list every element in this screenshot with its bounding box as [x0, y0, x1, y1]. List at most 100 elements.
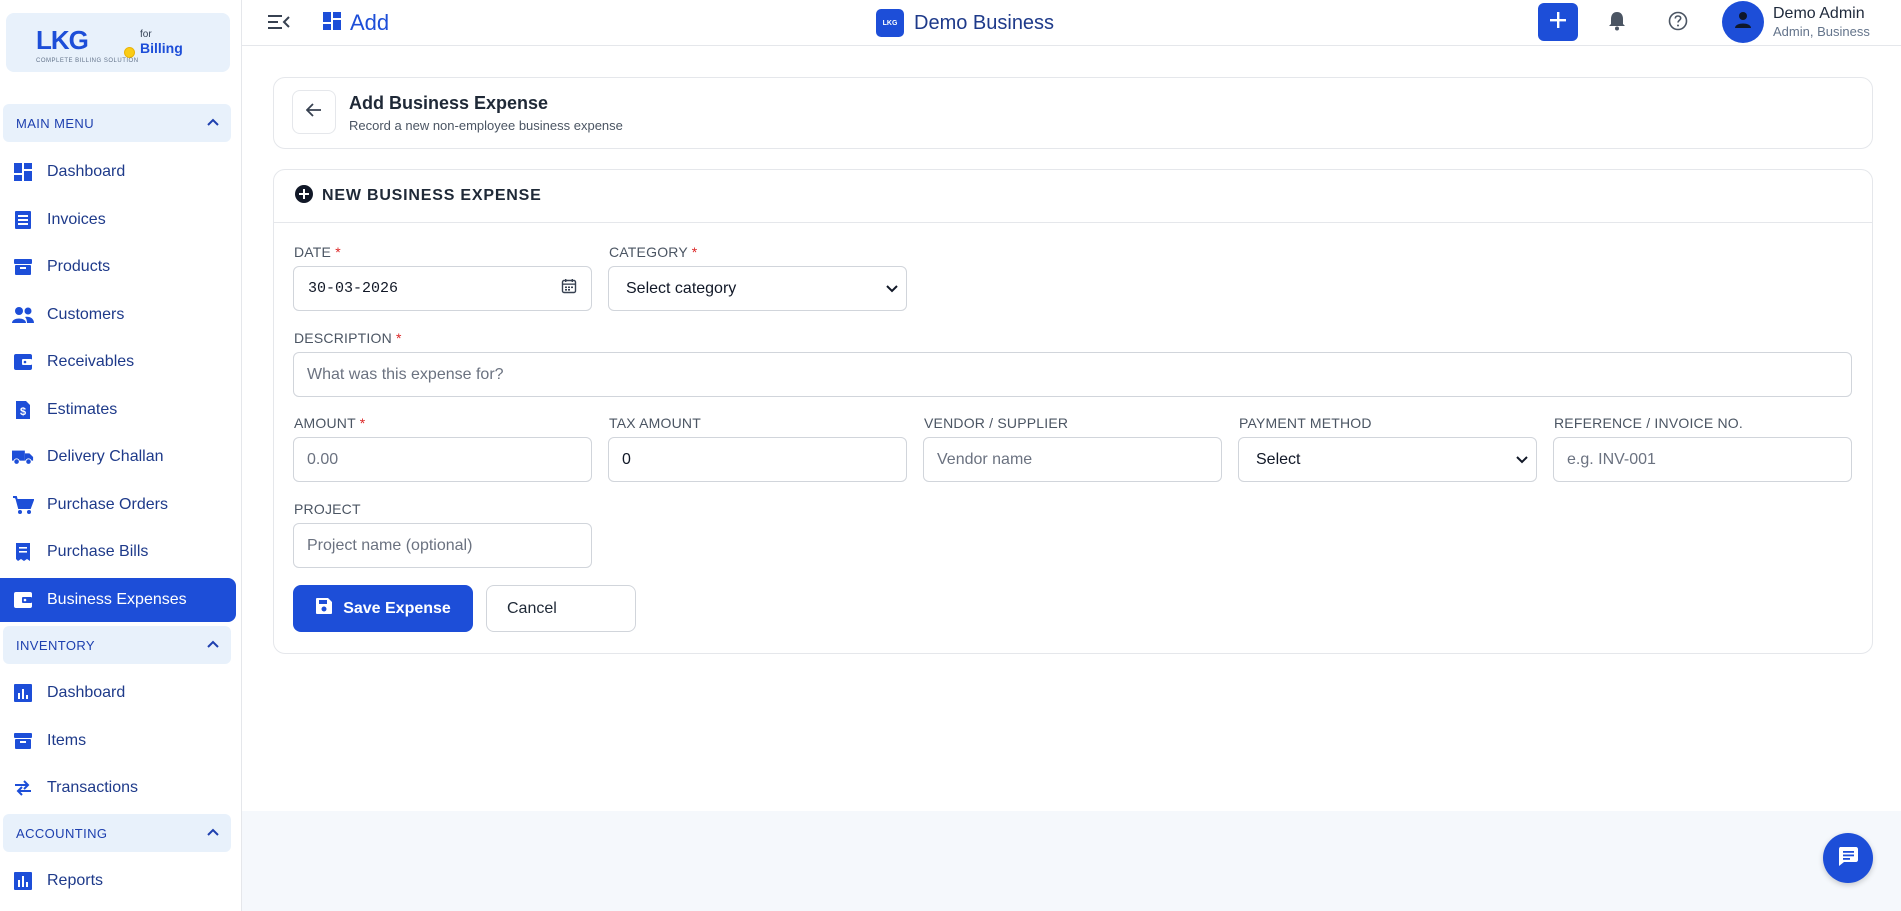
- description-label: DESCRIPTION *: [294, 330, 402, 346]
- arrow-left-icon: [305, 102, 322, 122]
- plus-icon: [1549, 11, 1567, 34]
- sidebar-item-label: Purchase Bills: [47, 543, 149, 560]
- sidebar-item-label: Products: [47, 258, 111, 275]
- page-title: Add Business Expense: [349, 93, 549, 113]
- cancel-label: Cancel: [507, 599, 557, 617]
- bar-chart-icon: [12, 870, 34, 892]
- logo-text: LKG: [36, 25, 89, 55]
- required-marker: *: [395, 330, 402, 346]
- brand-logo[interactable]: LKG for Billing COMPLETE BILLING SOLUTIO…: [6, 13, 230, 72]
- sidebar-item-purchase-orders[interactable]: Purchase Orders: [0, 483, 236, 527]
- sidebar-item-purchase-bills[interactable]: Purchase Bills: [0, 530, 236, 574]
- business-switcher[interactable]: LKG Demo Business: [876, 9, 1054, 37]
- sidebar-item-customers[interactable]: Customers: [0, 293, 236, 337]
- section-inventory[interactable]: INVENTORY: [3, 626, 231, 664]
- section-label: ACCOUNTING: [16, 825, 108, 841]
- people-icon: [12, 304, 34, 326]
- collapse-menu-icon[interactable]: [268, 13, 290, 36]
- section-main-menu[interactable]: MAIN MENU: [3, 104, 231, 142]
- vendor-input[interactable]: [923, 437, 1222, 482]
- sidebar-item-receivables[interactable]: Receivables: [0, 340, 236, 384]
- sidebar-item-reports[interactable]: Reports: [0, 859, 236, 903]
- sidebar-item-dashboard[interactable]: Dashboard: [0, 150, 236, 194]
- user-icon: [1734, 11, 1752, 34]
- business-name: Demo Business: [914, 11, 1055, 34]
- sidebar-item-label: Transactions: [47, 779, 138, 796]
- sidebar-item-label: Receivables: [47, 353, 135, 370]
- payment-method-value: Select: [1256, 450, 1301, 468]
- sidebar-item-label: Dashboard: [47, 684, 126, 701]
- dashboard-icon: [12, 161, 34, 183]
- payment-method-label: PAYMENT METHOD: [1239, 415, 1372, 431]
- top-bar: Add LKG Demo Business Demo Admin Admin, …: [242, 0, 1901, 46]
- section-label: INVENTORY: [16, 637, 95, 653]
- tax-amount-label: TAX AMOUNT: [609, 415, 701, 431]
- category-value: Select category: [626, 279, 737, 297]
- sidebar-item-business-expenses[interactable]: Business Expenses: [0, 578, 236, 622]
- save-label: Save Expense: [343, 599, 451, 617]
- reference-label: REFERENCE / INVOICE NO.: [1554, 415, 1743, 431]
- chat-button[interactable]: [1823, 833, 1873, 883]
- add-label: Add: [350, 10, 390, 35]
- back-button[interactable]: [292, 90, 336, 134]
- date-label: DATE *: [294, 244, 341, 260]
- payment-method-select[interactable]: Select: [1238, 437, 1537, 482]
- main-footer-area: [242, 811, 1901, 911]
- required-marker: *: [691, 244, 698, 260]
- quick-create-button[interactable]: [1538, 3, 1578, 41]
- user-role: Admin, Business: [1773, 24, 1870, 39]
- form-section-header: NEW BUSINESS EXPENSE: [274, 170, 1872, 223]
- sidebar-item-items[interactable]: Items: [0, 719, 236, 763]
- chart-icon: [12, 682, 34, 704]
- add-menu-button[interactable]: Add: [322, 10, 389, 36]
- section-accounting[interactable]: ACCOUNTING: [3, 814, 231, 852]
- truck-icon: [12, 446, 34, 468]
- sidebar-item-label: Delivery Challan: [47, 448, 164, 465]
- help-icon[interactable]: [1668, 11, 1688, 36]
- swap-arrows-icon: [12, 777, 34, 799]
- sidebar-item-label: Customers: [47, 306, 125, 323]
- cancel-button[interactable]: Cancel: [486, 585, 636, 632]
- vendor-label: VENDOR / SUPPLIER: [924, 415, 1069, 431]
- logo-coin-icon: [124, 47, 135, 58]
- category-label: CATEGORY *: [609, 244, 697, 260]
- tax-amount-input[interactable]: [608, 437, 907, 482]
- sidebar-item-invoices[interactable]: Invoices: [0, 198, 236, 242]
- logo-for: for: [140, 29, 152, 40]
- date-label-text: DATE: [294, 244, 332, 260]
- sidebar-item-transactions[interactable]: Transactions: [0, 766, 236, 810]
- category-select[interactable]: Select category: [608, 266, 907, 311]
- sidebar-item-products[interactable]: Products: [0, 245, 236, 289]
- sidebar-item-delivery-challan[interactable]: Delivery Challan: [0, 435, 236, 479]
- description-input[interactable]: [293, 352, 1852, 397]
- required-marker: *: [335, 244, 341, 260]
- reference-input[interactable]: [1553, 437, 1852, 482]
- section-label: MAIN MENU: [16, 115, 94, 131]
- category-label-text: CATEGORY: [609, 244, 688, 260]
- invoice-icon: [12, 209, 34, 231]
- chevron-down-icon: [1516, 451, 1528, 469]
- user-info[interactable]: Demo Admin Admin, Business: [1773, 5, 1870, 39]
- expense-form-card: NEW BUSINESS EXPENSE: [273, 169, 1873, 654]
- calendar-icon[interactable]: [561, 278, 577, 299]
- amount-input[interactable]: [293, 437, 592, 482]
- floppy-disk-icon: [315, 597, 333, 620]
- chevron-up-icon: [207, 640, 219, 650]
- grid-icon: [322, 11, 342, 36]
- logo-tagline: COMPLETE BILLING SOLUTION: [36, 58, 139, 64]
- sidebar-item-label: Business Expenses: [47, 591, 187, 608]
- chevron-up-icon: [207, 828, 219, 838]
- date-field[interactable]: 30-03-2026: [293, 266, 592, 311]
- avatar[interactable]: [1722, 1, 1764, 43]
- sidebar-item-estimates[interactable]: $ Estimates: [0, 388, 236, 432]
- sidebar-item-label: Dashboard: [47, 163, 126, 180]
- save-expense-button[interactable]: Save Expense: [293, 585, 473, 632]
- date-value: 30-03-2026: [308, 280, 399, 297]
- sidebar: LKG for Billing COMPLETE BILLING SOLUTIO…: [0, 0, 242, 911]
- sidebar-item-label: Purchase Orders: [47, 496, 168, 513]
- sidebar-item-label: Items: [47, 732, 87, 749]
- project-input[interactable]: [293, 523, 592, 568]
- bell-icon[interactable]: [1608, 11, 1626, 36]
- sidebar-item-inventory-dashboard[interactable]: Dashboard: [0, 671, 236, 715]
- logo-billing: Billing: [140, 40, 183, 56]
